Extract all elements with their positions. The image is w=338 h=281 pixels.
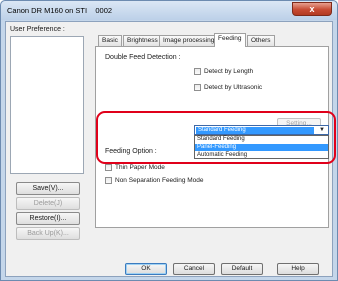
thin-paper-label: Thin Paper Mode (115, 164, 165, 171)
window-title: Canon DR M160 on STI 0002 (7, 6, 113, 15)
detect-ultrasonic-label: Detect by Ultrasonic (204, 84, 263, 91)
close-button[interactable]: x (292, 2, 332, 16)
chevron-down-icon[interactable]: ▼ (319, 126, 325, 134)
cancel-button[interactable]: Cancel (173, 263, 215, 275)
help-button[interactable]: Help (277, 263, 319, 275)
back-up-button[interactable]: Back Up(K)... (16, 227, 80, 240)
save-button[interactable]: Save(V)... (16, 182, 80, 195)
feeding-option-value: Standard Feeding (196, 127, 314, 134)
non-separation-label: Non Separation Feeding Mode (115, 177, 204, 184)
feeding-option-dropdown: Standard Feeding Panel-Feeding Automatic… (194, 135, 329, 159)
tab-feeding[interactable]: Feeding (214, 33, 246, 47)
close-icon: x (309, 4, 315, 14)
thin-paper-checkbox[interactable] (105, 164, 112, 171)
settings-window: Canon DR M160 on STI 0002 x User Prefere… (0, 0, 338, 281)
detect-length-checkbox[interactable] (194, 68, 201, 75)
delete-button[interactable]: Delete(J) (16, 197, 80, 210)
tab-others[interactable]: Others (247, 35, 275, 46)
user-preference-label: User Preference : (10, 26, 65, 33)
non-separation-checkbox[interactable] (105, 177, 112, 184)
option-standard-feeding[interactable]: Standard Feeding (195, 136, 328, 143)
double-feed-label: Double Feed Detection : (105, 54, 181, 61)
title-bar[interactable]: Canon DR M160 on STI 0002 x (1, 1, 337, 20)
tab-image-processing[interactable]: Image processing (159, 35, 219, 46)
default-button[interactable]: Default (221, 263, 263, 275)
restore-button[interactable]: Restore(I)... (16, 212, 80, 225)
option-automatic-feeding[interactable]: Automatic Feeding (195, 152, 328, 159)
option-panel-feeding[interactable]: Panel-Feeding (195, 144, 328, 151)
tab-brightness[interactable]: Brightness (123, 35, 162, 46)
ok-button[interactable]: OK (125, 263, 167, 275)
detect-ultrasonic-checkbox[interactable] (194, 84, 201, 91)
user-preference-list[interactable] (10, 36, 84, 174)
feeding-option-select[interactable]: Standard Feeding ▼ (194, 125, 329, 135)
detect-length-label: Detect by Length (204, 68, 254, 75)
tab-basic[interactable]: Basic (98, 35, 122, 46)
